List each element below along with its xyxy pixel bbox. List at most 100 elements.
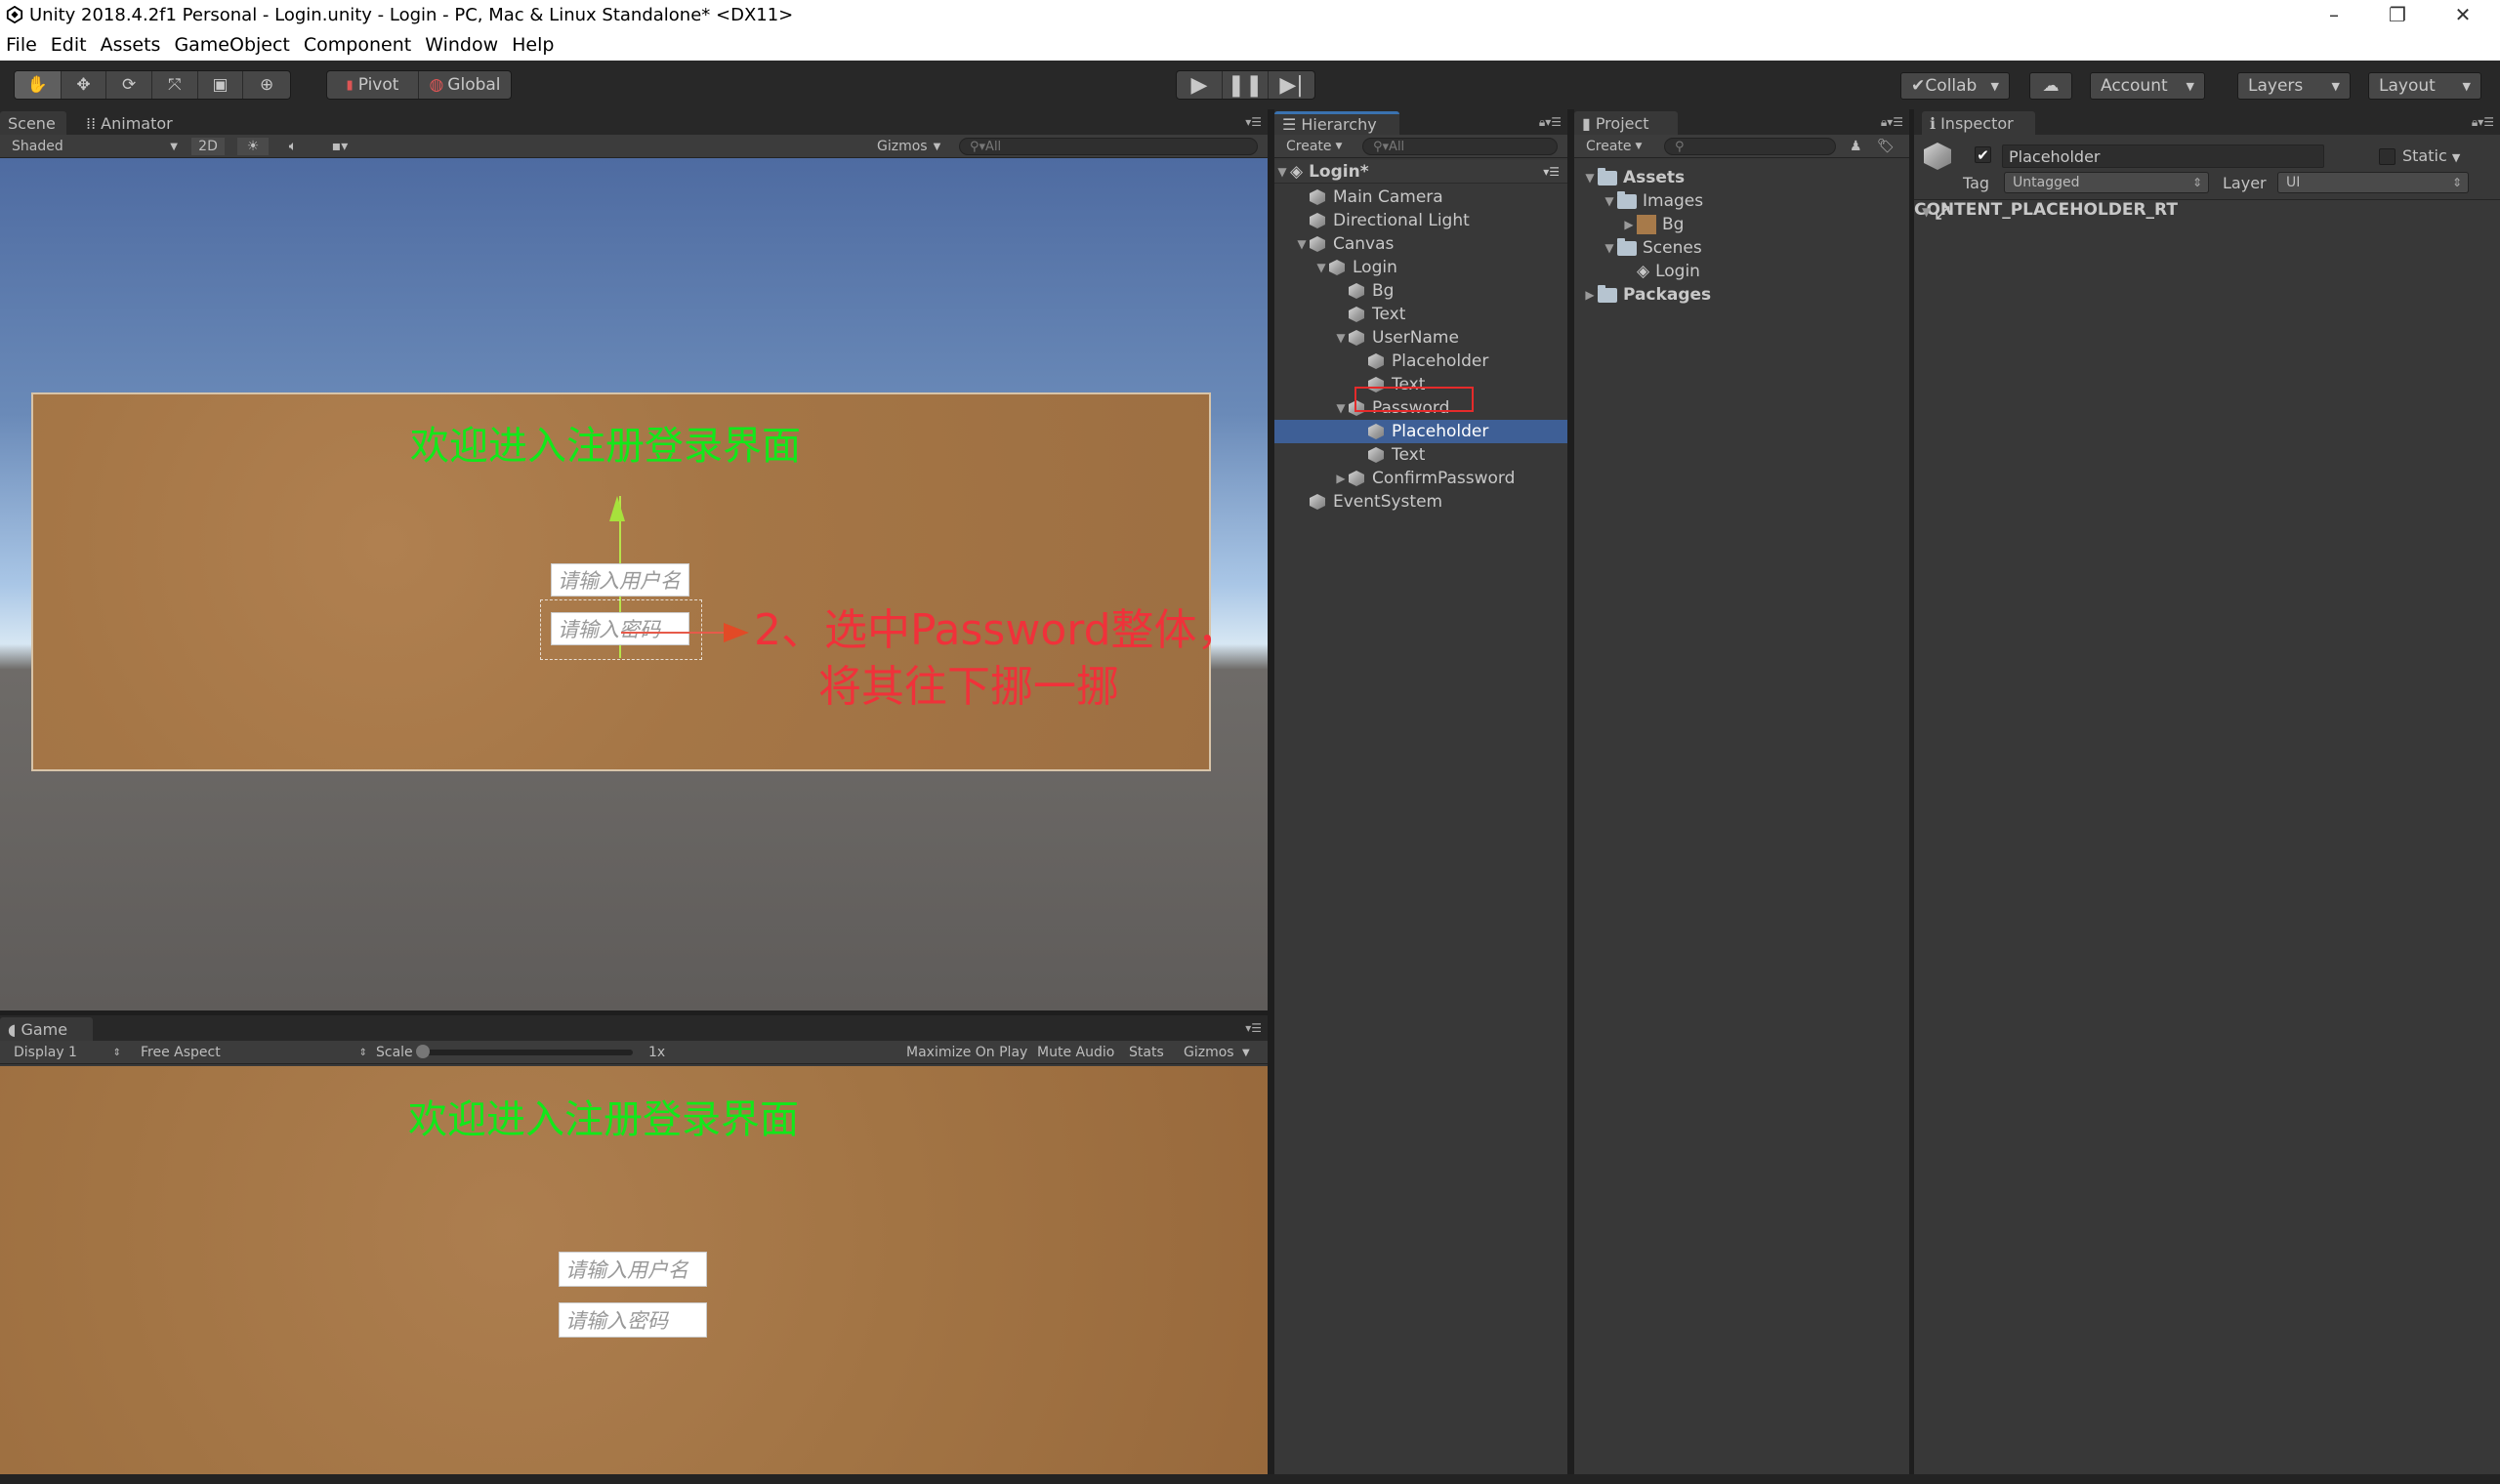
menu-component[interactable]: Component xyxy=(304,34,411,56)
lock-and-menu-icon[interactable]: 🔒︎▾☰ xyxy=(1881,115,1903,130)
layers-dropdown[interactable]: Layers ▼ xyxy=(2237,72,2351,100)
stats-toggle[interactable]: Stats xyxy=(1129,1044,1164,1061)
project-item[interactable]: ▼ Assets xyxy=(1574,166,1909,189)
hierarchy-item[interactable]: Placeholder xyxy=(1274,420,1567,443)
2d-toggle[interactable]: 2D xyxy=(191,138,225,155)
shading-dropdown[interactable]: Shaded ▼ xyxy=(12,138,178,155)
filter-by-label-icon[interactable]: 🏷︎ xyxy=(1877,138,1895,155)
expand-arrow-icon[interactable]: ▼ xyxy=(1602,241,1617,255)
maximize-on-play-toggle[interactable]: Maximize On Play xyxy=(906,1044,1027,1061)
tab-hierarchy[interactable]: ☰ Hierarchy xyxy=(1274,111,1399,135)
effects-dropdown[interactable]: ▪▾ xyxy=(320,138,359,155)
hierarchy-create-button[interactable]: Create ▼ xyxy=(1286,138,1342,155)
panel-menu-icon[interactable]: ▾☰ xyxy=(1245,1021,1262,1035)
hierarchy-item[interactable]: Directional Light xyxy=(1274,209,1567,232)
expand-arrow-icon[interactable]: ▼ xyxy=(1274,165,1290,179)
mute-audio-toggle[interactable]: Mute Audio xyxy=(1037,1044,1114,1061)
hierarchy-item[interactable]: Bg xyxy=(1274,279,1567,303)
project-search-input[interactable]: ⚲ xyxy=(1664,138,1836,155)
rect-transform-header[interactable]: ▼ ⤢ CONTENT_PLACEHOLDER_RT xyxy=(1914,199,2500,228)
aspect-dropdown[interactable]: Free Aspect ⇕ xyxy=(141,1044,367,1061)
hierarchy-search-input[interactable]: ⚲▾ All xyxy=(1362,138,1558,155)
scale-slider[interactable] xyxy=(416,1044,643,1061)
hierarchy-item[interactable]: ▼ UserName xyxy=(1274,326,1567,350)
expand-arrow-icon[interactable]: ▶ xyxy=(1621,218,1637,231)
scale-slider-thumb[interactable] xyxy=(416,1045,430,1058)
tab-game[interactable]: ◖ Game xyxy=(0,1017,93,1041)
hierarchy-item[interactable]: EventSystem xyxy=(1274,490,1567,514)
static-checkbox[interactable] xyxy=(2379,148,2396,165)
expand-arrow-icon[interactable]: ▼ xyxy=(1294,237,1310,251)
pivot-button[interactable]: ▮ Pivot xyxy=(327,71,419,99)
project-item[interactable]: ▶ Packages xyxy=(1574,283,1909,307)
game-password-input[interactable]: 请输入密码 xyxy=(559,1302,707,1338)
scene-search-input[interactable]: ⚲▾ All xyxy=(959,138,1258,155)
object-name-field[interactable]: Placeholder xyxy=(2002,144,2324,168)
layer-dropdown[interactable]: UI xyxy=(2277,172,2469,193)
tab-inspector[interactable]: ℹ Inspector xyxy=(1922,111,2035,135)
lighting-toggle[interactable]: ☀ xyxy=(237,138,269,155)
hierarchy-item[interactable]: Text xyxy=(1274,443,1567,467)
expand-arrow-icon[interactable]: ▼ xyxy=(1333,331,1349,345)
project-create-button[interactable]: Create ▼ xyxy=(1586,138,1642,155)
rotate-tool-button[interactable]: ⟳ xyxy=(106,71,152,99)
rect-tool-button[interactable]: ▣ xyxy=(198,71,244,99)
pause-button[interactable]: ❚❚ xyxy=(1223,71,1270,99)
hierarchy-item[interactable]: ▼ Login xyxy=(1274,256,1567,279)
project-item[interactable]: ◈ Login xyxy=(1574,260,1909,283)
gizmo-y-arrow-icon[interactable] xyxy=(609,496,625,521)
play-button[interactable]: ▶ xyxy=(1177,71,1224,99)
lock-and-menu-icon[interactable]: 🔒︎▾☰ xyxy=(1539,115,1562,130)
project-item[interactable]: ▶ Bg xyxy=(1574,213,1909,236)
filter-by-type-icon[interactable]: ♟ xyxy=(1850,138,1862,155)
cloud-button[interactable]: ☁ xyxy=(2029,72,2072,100)
move-tool-button[interactable]: ✥ xyxy=(62,71,107,99)
menu-window[interactable]: Window xyxy=(425,34,498,56)
scene-username-input[interactable]: 请输入用户名 xyxy=(551,563,689,597)
tab-animator[interactable]: ⁞⁞ Animator xyxy=(78,111,195,135)
active-checkbox[interactable]: ✔ xyxy=(1975,146,1991,163)
panel-menu-icon[interactable]: ▾☰ xyxy=(1245,115,1262,129)
layout-dropdown[interactable]: Layout ▼ xyxy=(2368,72,2481,100)
hierarchy-item[interactable]: ▶ ConfirmPassword xyxy=(1274,467,1567,490)
lock-and-menu-icon[interactable]: 🔒︎▾☰ xyxy=(2472,115,2494,130)
scale-tool-button[interactable]: ⤧ xyxy=(152,71,198,99)
hand-tool-button[interactable]: ✋ xyxy=(15,71,62,99)
hierarchy-item[interactable]: Main Camera xyxy=(1274,186,1567,209)
hierarchy-item[interactable]: ▼ Canvas xyxy=(1274,232,1567,256)
expand-arrow-icon[interactable]: ▼ xyxy=(1333,401,1349,415)
project-item[interactable]: ▼ Images xyxy=(1574,189,1909,213)
scene-root-row[interactable]: ▼ ◈ Login* ▾☰ xyxy=(1274,160,1567,184)
menu-help[interactable]: Help xyxy=(512,34,554,56)
display-dropdown[interactable]: Display 1 ⇕ xyxy=(14,1044,121,1061)
restore-button[interactable]: ❐ xyxy=(2368,0,2427,29)
gizmo-x-arrow-icon[interactable] xyxy=(724,623,749,642)
expand-arrow-icon[interactable]: ▶ xyxy=(1333,472,1349,485)
expand-arrow-icon[interactable]: ▼ xyxy=(1313,261,1329,274)
gizmo-x-axis[interactable] xyxy=(621,632,724,634)
collab-dropdown[interactable]: ✔ Collab ▼ xyxy=(1900,72,2010,100)
scene-viewport[interactable]: 欢迎进入注册登录界面 请输入用户名 请输入密码 2、选中Password整体， … xyxy=(0,158,1268,1010)
menu-gameobject[interactable]: GameObject xyxy=(174,34,289,56)
static-dropdown[interactable]: Static ▼ xyxy=(2402,146,2460,165)
expand-arrow-icon[interactable]: ▼ xyxy=(1602,194,1617,208)
game-gizmos-toggle[interactable]: Gizmos xyxy=(1184,1044,1234,1061)
close-button[interactable]: ✕ xyxy=(2434,0,2492,29)
chevron-down-icon[interactable]: ▼ xyxy=(1242,1044,1250,1061)
selection-rect-handles[interactable] xyxy=(540,599,702,660)
expand-arrow-icon[interactable]: ▶ xyxy=(1582,288,1598,302)
tab-project[interactable]: ▮ Project xyxy=(1574,111,1678,135)
hierarchy-item[interactable]: Text xyxy=(1274,303,1567,326)
menu-assets[interactable]: Assets xyxy=(101,34,161,56)
expand-arrow-icon[interactable]: ▼ xyxy=(1922,205,1931,219)
minimize-button[interactable]: – xyxy=(2305,0,2363,29)
audio-toggle[interactable]: 🔈︎ xyxy=(281,138,305,155)
menu-file[interactable]: File xyxy=(6,34,37,56)
expand-arrow-icon[interactable]: ▼ xyxy=(1582,171,1598,185)
hierarchy-item[interactable]: Placeholder xyxy=(1274,350,1567,373)
panel-menu-icon[interactable]: ▾☰ xyxy=(1543,165,1560,179)
step-button[interactable]: ▶| xyxy=(1269,71,1314,99)
gizmos-dropdown[interactable]: Gizmos ▼ xyxy=(877,138,943,155)
account-dropdown[interactable]: Account ▼ xyxy=(2090,72,2205,100)
tag-dropdown[interactable]: Untagged xyxy=(2004,172,2209,193)
